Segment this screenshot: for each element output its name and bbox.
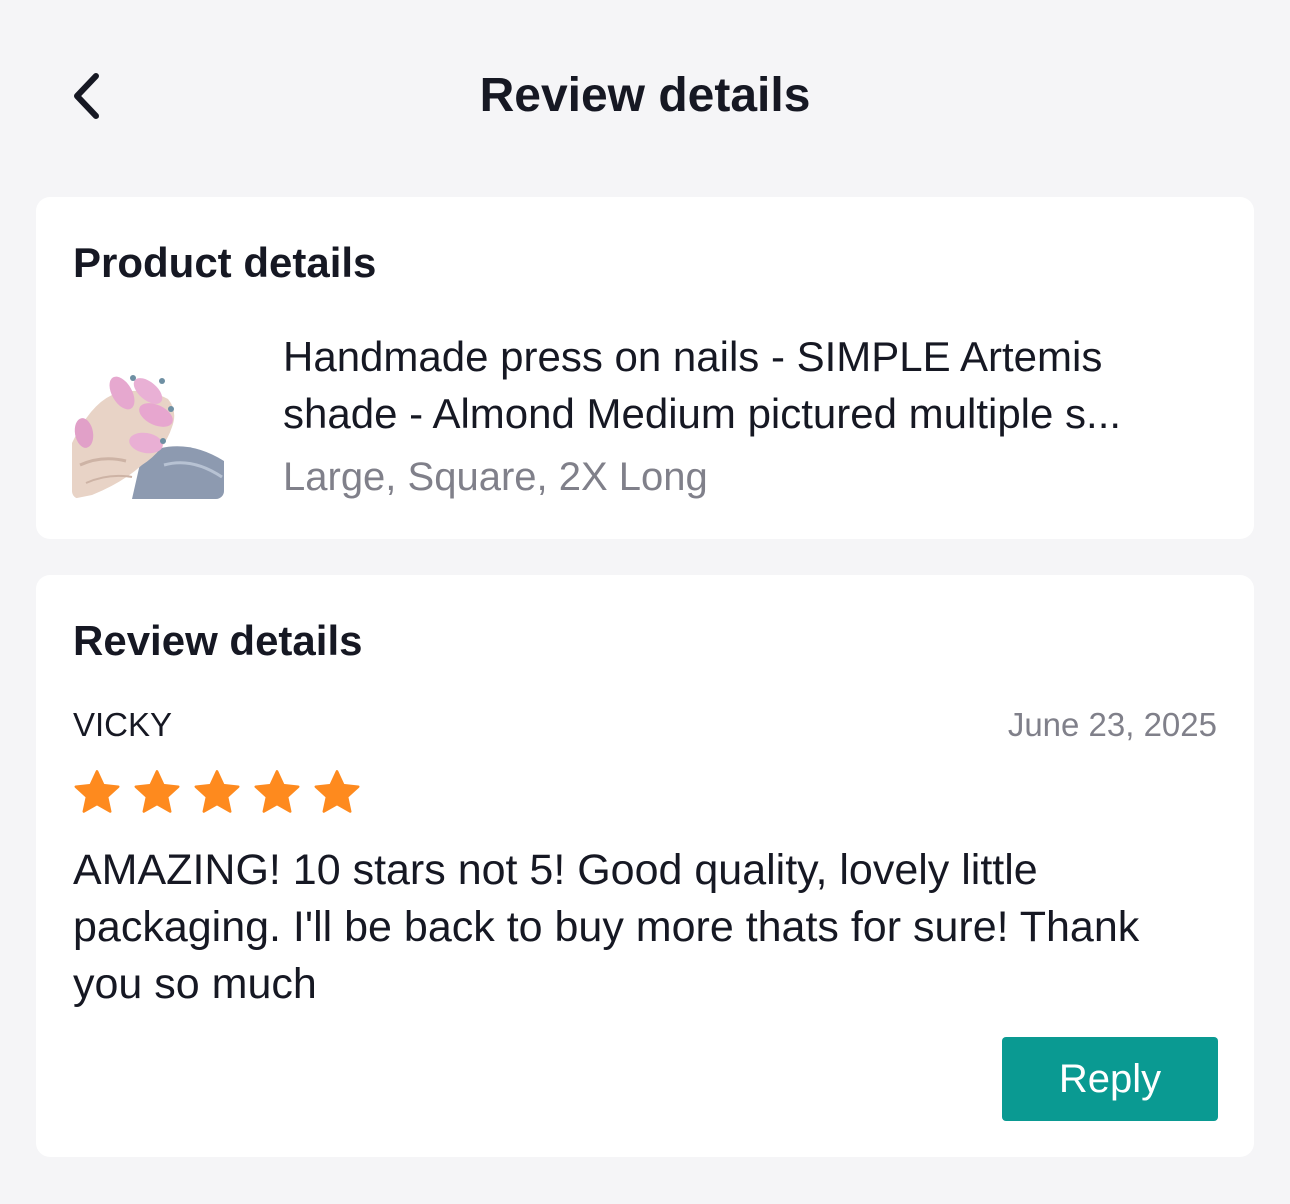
reply-button[interactable]: Reply <box>1002 1037 1218 1121</box>
product-thumbnail-image <box>72 365 224 499</box>
review-details-card: Review details VICKY June 23, 2025 AMAZI… <box>36 575 1254 1157</box>
review-details-page: Review details Product details Handmade … <box>0 0 1290 1204</box>
star-icon <box>74 770 120 813</box>
star-rating <box>72 768 362 820</box>
review-date: June 23, 2025 <box>1007 706 1217 743</box>
star-icon <box>314 770 360 813</box>
back-button[interactable] <box>52 58 122 134</box>
star-icon <box>254 770 300 813</box>
reviewer-name: VICKY <box>73 706 173 743</box>
product-thumbnail[interactable] <box>72 365 224 499</box>
page-title: Review details <box>479 69 811 122</box>
product-details-card: Product details Handmade press on nails … <box>36 197 1254 539</box>
star-icon <box>194 770 240 813</box>
header: Review details <box>0 0 1290 196</box>
review-text: AMAZING! 10 stars not 5! Good quality, l… <box>73 846 1140 1008</box>
star-icon <box>134 770 180 813</box>
chevron-left-icon <box>74 73 99 119</box>
review-details-heading: Review details <box>73 617 363 664</box>
product-name[interactable]: Handmade press on nails - SIMPLE Artemis… <box>283 328 1223 442</box>
product-details-heading: Product details <box>73 239 377 286</box>
product-variant: Large, Square, 2X Long <box>283 455 708 499</box>
